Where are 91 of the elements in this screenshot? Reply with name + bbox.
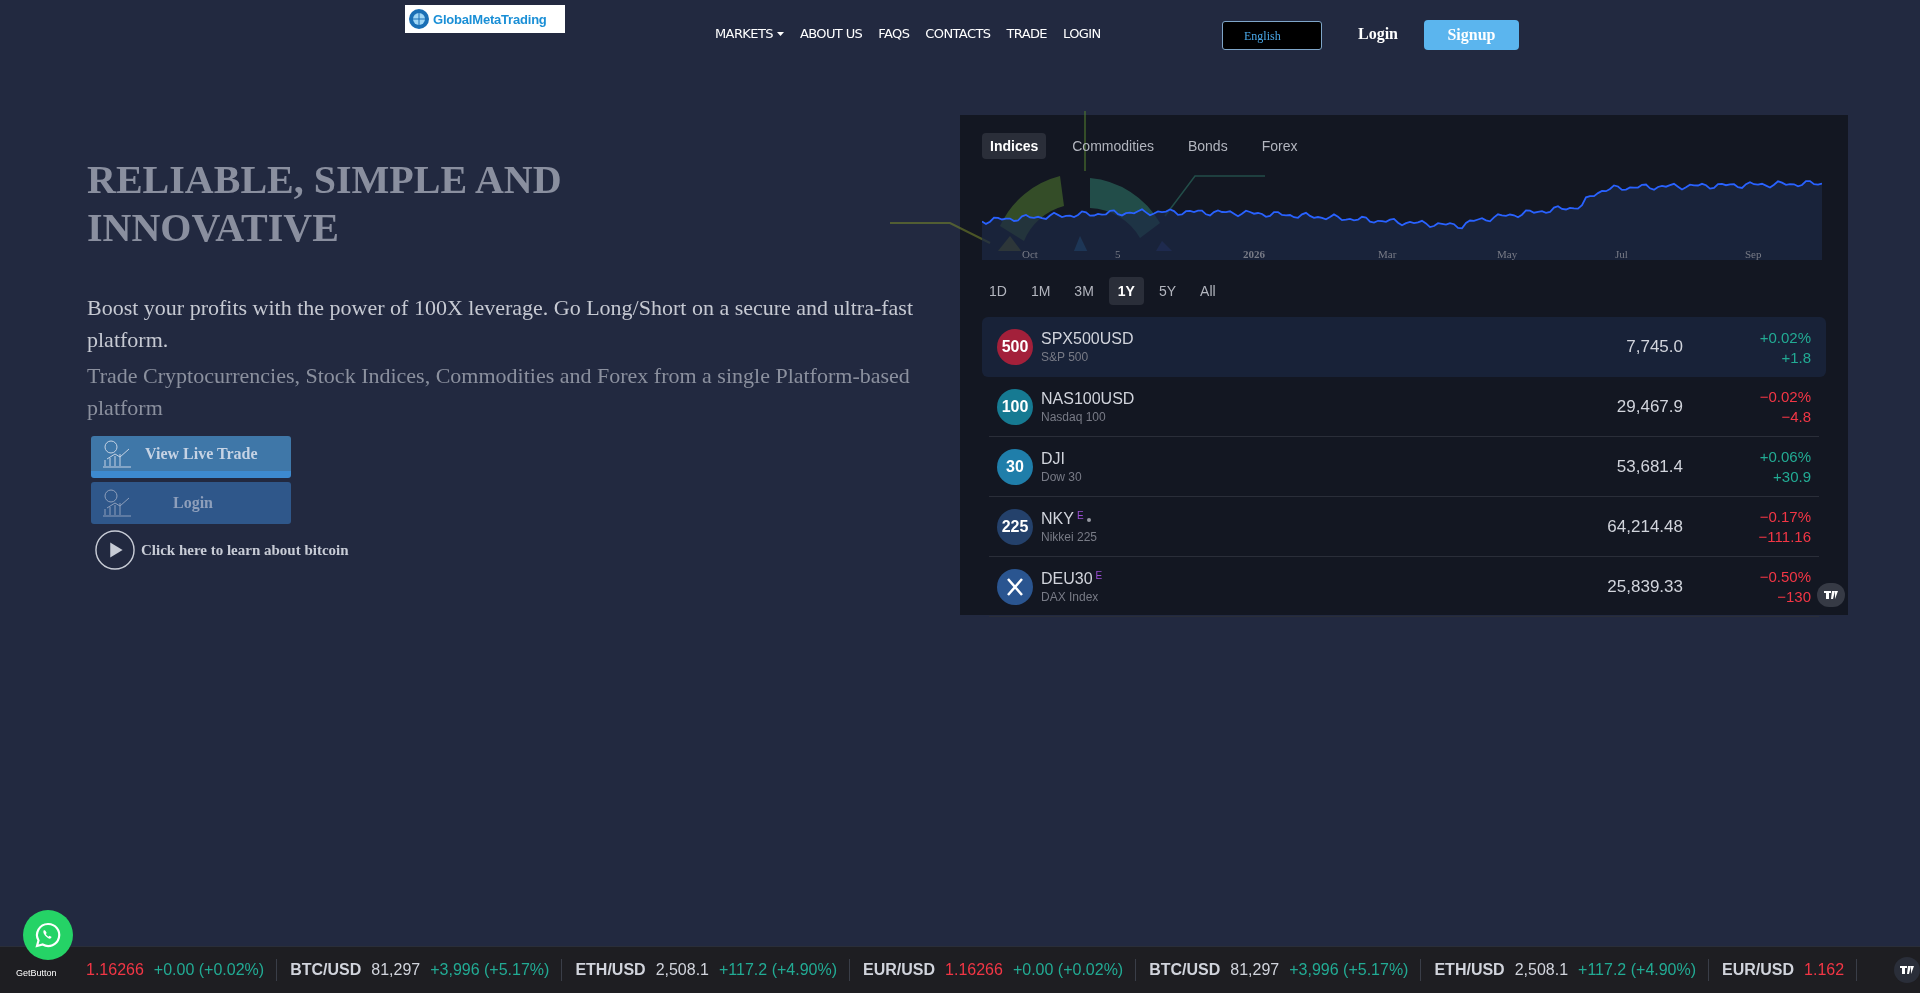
ticker-price: 2,508.1 xyxy=(655,961,709,979)
logo-text: GlobalMetaTrading xyxy=(433,11,547,27)
price-value: 25,839.33 xyxy=(1606,576,1683,597)
ticker-symbol[interactable]: ETH/USD xyxy=(575,961,646,979)
ticker-symbol[interactable]: EUR/USD xyxy=(1722,961,1795,979)
market-row[interactable]: 30 DJI Dow 30 53,681.4 +0.06% +30.9 xyxy=(989,437,1819,497)
ticker-change: +3,996 (+5.17%) xyxy=(1289,961,1409,979)
symbol-name: DEU30 xyxy=(1041,569,1093,588)
change-percent: −0.50% xyxy=(1758,568,1811,585)
symbol-name: NAS100USD xyxy=(1041,389,1135,408)
market-tab[interactable]: Bonds xyxy=(1179,133,1236,159)
ticker-price: 1.162 xyxy=(1804,961,1845,979)
ticker-symbol[interactable]: ETH/USD xyxy=(1434,961,1505,979)
ticker-change: +0.00 (+0.02%) xyxy=(153,961,265,979)
symbol-description: S&P 500 xyxy=(1041,350,1090,364)
ticker-symbol[interactable]: BTC/USD xyxy=(1149,961,1221,979)
price-value: 64,214.48 xyxy=(1606,516,1683,537)
range-button[interactable]: All xyxy=(1191,277,1225,305)
nav-link[interactable]: TRADE xyxy=(1006,26,1047,41)
axis-label: Mar xyxy=(1378,248,1397,260)
symbol-name: DJI xyxy=(1041,449,1065,468)
symbol-name: SPX500USD xyxy=(1041,330,1134,348)
ticker-price: 1.16266 xyxy=(86,961,144,979)
language-select[interactable]: English xyxy=(1222,21,1322,50)
symbol-badge: 500 xyxy=(997,329,1033,365)
hero-text: Trade Cryptocurrencies, Stock Indices, Commodities and Forex from a single Platform-based platform xyxy=(87,362,911,422)
change-percent: −0.17% xyxy=(1758,508,1811,525)
axis-label: 2026 xyxy=(1243,248,1265,260)
hero-heading: RELIABLE, SIMPLE AND INNOVATIVE xyxy=(87,156,563,252)
axis-label: Jul xyxy=(1615,248,1628,260)
symbol-description: Dow 30 xyxy=(1041,469,1083,484)
price-value: 7,745.0 xyxy=(1625,337,1683,357)
axis-label: Oct xyxy=(1022,248,1038,260)
ticker-price: 1.16266 xyxy=(945,961,1003,979)
axis-label: May xyxy=(1497,248,1518,260)
symbol-badge: 225 xyxy=(997,508,1033,545)
range-button[interactable]: 3M xyxy=(1065,277,1103,305)
chart-coin-icon xyxy=(101,488,131,518)
flag-text: E xyxy=(1076,509,1084,521)
globe-icon xyxy=(408,8,430,30)
change-value: −111.16 xyxy=(1757,528,1811,545)
price-value: 53,681.4 xyxy=(1615,456,1683,477)
market-tab[interactable]: Forex xyxy=(1253,133,1306,159)
chart-coin-icon xyxy=(101,438,131,469)
ticker-price: 2,508.1 xyxy=(1514,961,1569,979)
change-percent: −0.02% xyxy=(1758,388,1811,405)
symbol-description: Nikkei 225 xyxy=(1041,529,1099,544)
tradingview-logo[interactable] xyxy=(1894,957,1920,983)
range-button[interactable]: 1M xyxy=(1021,277,1060,305)
ticker-change: +0.00 (+0.02%) xyxy=(1012,961,1124,979)
change-value: −130 xyxy=(1776,588,1811,605)
change-value: +1.8 xyxy=(1780,348,1811,366)
change-percent: +0.02% xyxy=(1758,328,1811,346)
tradingview-logo[interactable] xyxy=(1817,583,1845,607)
nav-link[interactable]: LOGIN xyxy=(1063,26,1101,41)
symbol-badge: 30 xyxy=(997,448,1033,485)
flag-text: E xyxy=(1095,569,1103,581)
price-value: 29,467.9 xyxy=(1615,396,1683,417)
change-value: +30.9 xyxy=(1772,468,1811,485)
nav-link[interactable]: CONTACTS xyxy=(925,26,991,41)
video-link[interactable]: Click here to learn about bitcoin xyxy=(141,541,349,559)
play-icon[interactable] xyxy=(95,530,135,570)
symbol-badge: 100 xyxy=(997,388,1033,425)
nav-link[interactable]: ABOUT US xyxy=(799,26,863,41)
ticker-symbol[interactable]: BTC/USD xyxy=(290,961,362,979)
logo[interactable]: GlobalMetaTrading xyxy=(405,5,565,33)
whatsapp-icon xyxy=(34,921,62,949)
range-button[interactable]: 1D xyxy=(980,277,1016,305)
ticker-symbol[interactable]: EUR/USD xyxy=(863,961,936,979)
nav-link[interactable]: FAQS xyxy=(878,26,910,41)
ticker-change: +3,996 (+5.17%) xyxy=(430,961,550,979)
market-tab[interactable]: Indices xyxy=(982,133,1047,159)
symbol-name: NKY xyxy=(1041,509,1074,528)
ticker-change: +117.2 (+4.90%) xyxy=(719,961,838,979)
whatsapp-button[interactable] xyxy=(23,910,73,960)
login-button[interactable]: Login xyxy=(1358,25,1398,43)
range-button[interactable]: 5Y xyxy=(1149,277,1186,305)
getbutton-caption[interactable]: GetButton xyxy=(16,968,57,978)
ticker-price: 81,297 xyxy=(1230,961,1280,979)
market-tab[interactable]: Commodities xyxy=(1064,133,1162,159)
hero-text: Boost your profits with the power of 100X leverage. Go Long/Short on a secure and ultra-fast platform. xyxy=(87,294,915,354)
ticker-change: +117.2 (+4.90%) xyxy=(1578,961,1697,979)
axis-label: 5 xyxy=(1115,248,1121,260)
change-percent: +0.06% xyxy=(1758,448,1811,465)
symbol-description: Nasdaq 100 xyxy=(1041,409,1107,424)
range-button[interactable]: 1Y xyxy=(1108,277,1144,305)
symbol-description: DAX Index xyxy=(1041,589,1100,604)
change-value: −4.8 xyxy=(1780,408,1811,425)
axis-label: Sep xyxy=(1745,248,1762,260)
ticker-price: 81,297 xyxy=(371,961,421,979)
nav-link[interactable]: MARKETS xyxy=(715,26,784,41)
